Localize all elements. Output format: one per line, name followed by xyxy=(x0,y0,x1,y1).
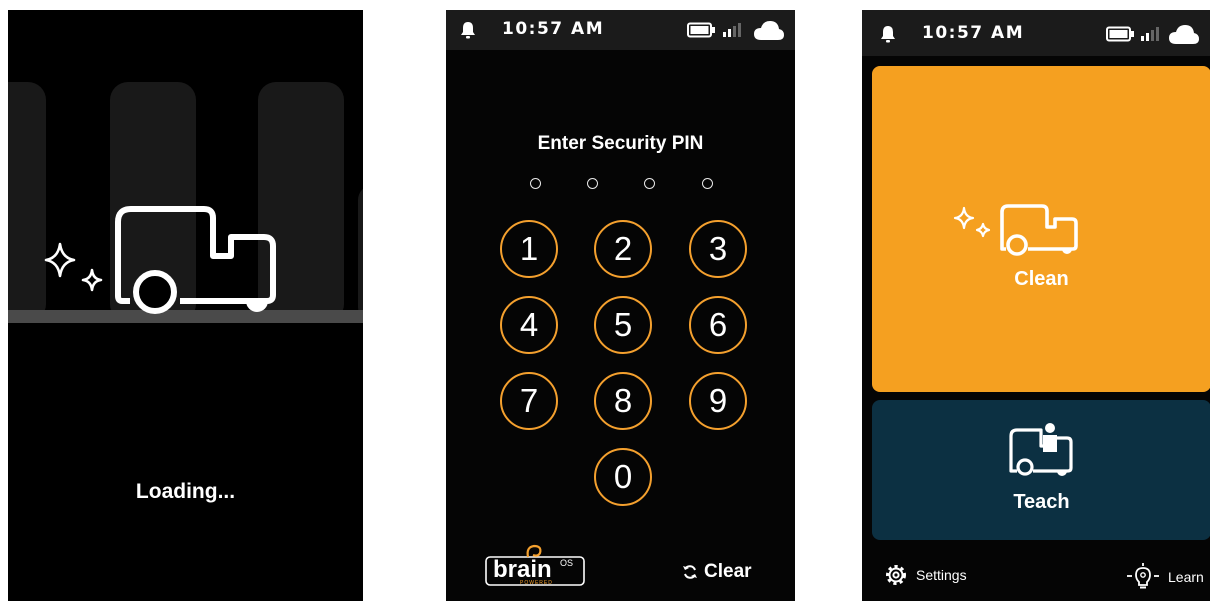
brain-logo-subtext: POWERED xyxy=(520,580,553,586)
loading-text: Loading... xyxy=(135,480,236,503)
keypad-key-1[interactable]: 1 xyxy=(500,220,558,278)
bell-icon xyxy=(881,26,895,43)
pin-title: Enter Security PIN xyxy=(537,133,704,154)
home-screen: 10:57 AM Clean Teach Settings Learn xyxy=(862,10,1210,601)
teach-button[interactable]: Teach xyxy=(872,400,1210,540)
status-time: 10:57 AM xyxy=(922,23,1025,43)
cloud-icon xyxy=(754,21,784,40)
bell-icon xyxy=(461,22,475,39)
battery-icon xyxy=(1106,26,1134,42)
status-time: 10:57 AM xyxy=(502,19,605,39)
keypad-key-8[interactable]: 8 xyxy=(594,372,652,430)
refresh-icon xyxy=(683,565,697,579)
lightbulb-icon xyxy=(1127,563,1159,589)
loading-screen: Loading... xyxy=(8,10,363,601)
pin-dot xyxy=(587,178,598,189)
keypad-key-2[interactable]: 2 xyxy=(594,220,652,278)
pin-dot xyxy=(702,178,713,189)
signal-icon xyxy=(1141,27,1159,41)
keypad-key-6[interactable]: 6 xyxy=(689,296,747,354)
keypad-key-7[interactable]: 7 xyxy=(500,372,558,430)
keypad-key-0[interactable]: 0 xyxy=(594,448,652,506)
clear-button[interactable]: Clear xyxy=(682,561,752,583)
keypad-key-5[interactable]: 5 xyxy=(594,296,652,354)
settings-label: Settings xyxy=(916,567,967,583)
pin-dot xyxy=(644,178,655,189)
settings-button[interactable]: Settings xyxy=(884,563,967,587)
signal-icon xyxy=(723,23,741,37)
teach-robot-icon xyxy=(1009,423,1073,476)
pin-entry-screen: 10:57 AM Enter Security PIN 1 2 3 4 5 6 … xyxy=(446,10,795,601)
cloud-icon xyxy=(1169,25,1199,44)
clean-button[interactable]: Clean xyxy=(872,66,1210,392)
battery-icon xyxy=(687,22,715,38)
cleaning-robot-icon xyxy=(953,204,1078,256)
gear-icon xyxy=(886,565,906,585)
brain-os-logo: brain OS POWERED xyxy=(484,543,588,587)
status-bar: 10:57 AM xyxy=(862,10,1210,56)
keypad-key-4[interactable]: 4 xyxy=(500,296,558,354)
pin-dot xyxy=(530,178,541,189)
keypad-key-3[interactable]: 3 xyxy=(689,220,747,278)
brain-logo-superscript: OS xyxy=(560,558,574,568)
background-column xyxy=(358,185,363,322)
clear-label: Clear xyxy=(704,561,752,582)
teach-label: Teach xyxy=(1013,491,1070,513)
learn-label: Learn xyxy=(1168,569,1204,585)
status-bar: 10:57 AM xyxy=(446,10,795,50)
learn-button[interactable]: Learn xyxy=(1126,563,1204,591)
cleaning-robot-icon xyxy=(44,206,276,314)
clean-label: Clean xyxy=(1014,268,1069,290)
keypad-key-9[interactable]: 9 xyxy=(689,372,747,430)
